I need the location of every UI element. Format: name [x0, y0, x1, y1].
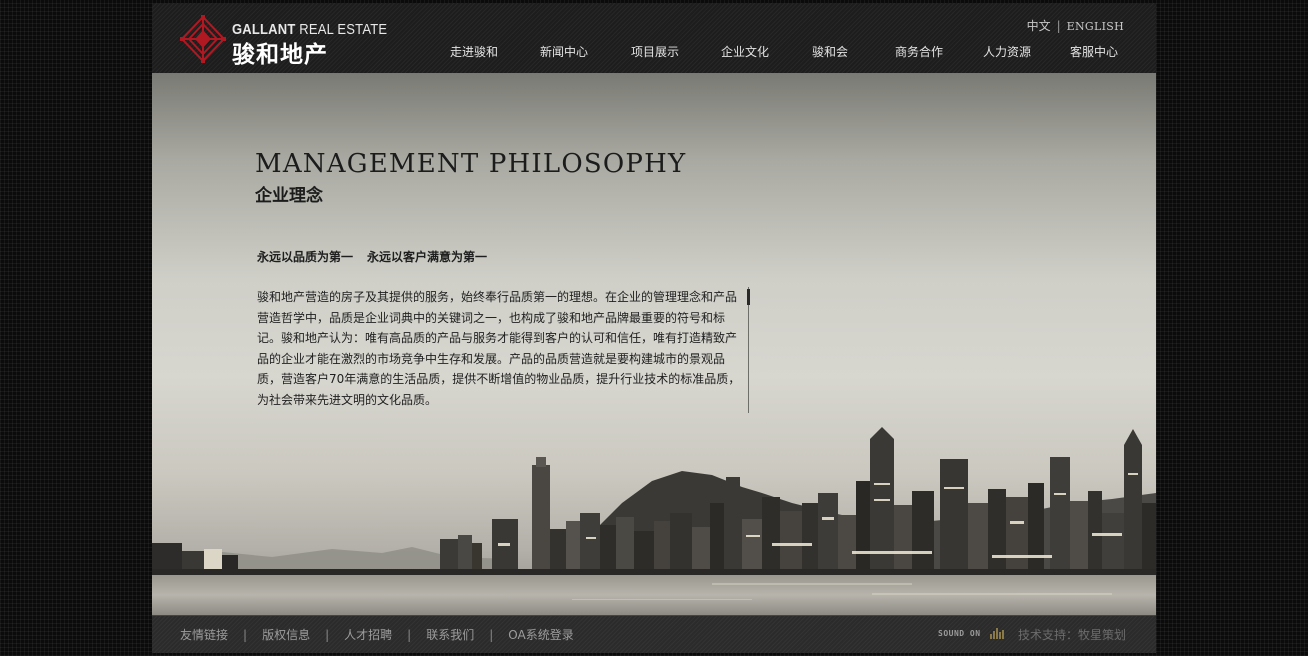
nav-item-about[interactable]: 走进骏和: [450, 43, 498, 60]
footer-link-oa-login[interactable]: OA系统登录: [508, 628, 573, 642]
footer: 友情链接 | 版权信息 | 人才招聘 | 联系我们 | OA系统登录 SOUND ON 技术支持…: [152, 615, 1156, 653]
footer-link-copyright[interactable]: 版权信息: [262, 628, 310, 642]
nav-item-projects[interactable]: 项目展示: [631, 43, 679, 60]
tech-support-credit[interactable]: 技术支持：牧星策划: [1018, 626, 1126, 643]
lang-english-link[interactable]: ENGLISH: [1067, 20, 1124, 33]
footer-links: 友情链接 | 版权信息 | 人才招聘 | 联系我们 | OA系统登录: [180, 626, 574, 643]
sound-toggle-label[interactable]: SOUND ON: [938, 629, 981, 638]
footer-separator: |: [489, 628, 494, 642]
nav-item-news[interactable]: 新闻中心: [540, 43, 588, 60]
nav-item-club[interactable]: 骏和会: [812, 43, 848, 60]
philosophy-paragraph: 骏和地产营造的房子及其提供的服务，始终奉行品质第一的理想。在企业的管理理念和产品…: [257, 290, 741, 407]
main-nav: 走进骏和 新闻中心 项目展示 企业文化 骏和会 商务合作 人力资源 客服中心: [152, 43, 1156, 63]
site-container: GALLANT REAL ESTATE 骏和地产 中文 | ENGLISH 走进骏和…: [152, 3, 1156, 653]
nav-item-culture[interactable]: 企业文化: [721, 43, 769, 60]
slogan-quality: 永远以品质为第一: [257, 250, 354, 264]
scrollbar-thumb[interactable]: [747, 289, 750, 305]
hero-banner: MANAGEMENT PHILOSOPHY 企业理念 永远以品质为第一 永远以客户…: [152, 73, 1156, 615]
footer-link-contact[interactable]: 联系我们: [426, 628, 474, 642]
nav-item-hr[interactable]: 人力资源: [983, 43, 1031, 60]
header: GALLANT REAL ESTATE 骏和地产 中文 | ENGLISH 走进骏和…: [152, 3, 1156, 74]
footer-separator: |: [243, 628, 248, 642]
footer-separator: |: [407, 628, 412, 642]
sound-bars-icon[interactable]: [990, 627, 1006, 639]
page-heading-cn: 企业理念: [255, 186, 323, 206]
language-switcher: 中文 | ENGLISH: [1027, 17, 1124, 34]
text-scrollbar[interactable]: [747, 287, 750, 413]
footer-link-recruit[interactable]: 人才招聘: [344, 628, 392, 642]
slogan: 永远以品质为第一 永远以客户满意为第一: [257, 248, 487, 265]
page-heading-en: MANAGEMENT PHILOSOPHY: [255, 149, 687, 179]
nav-item-service[interactable]: 客服中心: [1070, 43, 1118, 60]
nav-item-business[interactable]: 商务合作: [895, 43, 943, 60]
lang-chinese-link[interactable]: 中文: [1027, 19, 1051, 33]
footer-link-friends[interactable]: 友情链接: [180, 628, 228, 642]
slogan-customer: 永远以客户满意为第一: [367, 250, 488, 264]
lang-separator: |: [1056, 19, 1061, 33]
footer-separator: |: [325, 628, 330, 642]
